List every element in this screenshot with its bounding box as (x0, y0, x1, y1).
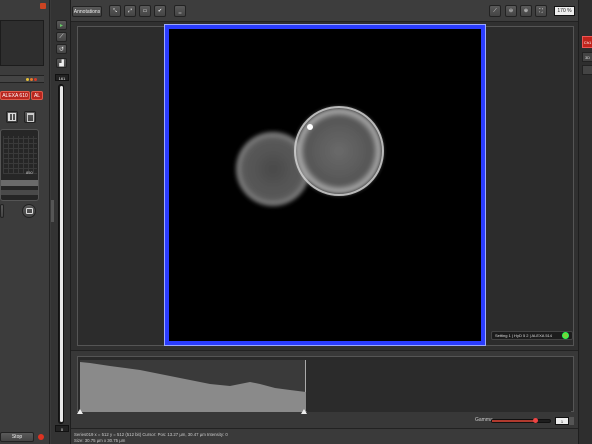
zoom-in-icon: ⊕ (523, 8, 529, 14)
gamma-value-field[interactable]: 1 (555, 417, 569, 425)
status-line-1: Series019 x = 512 y = 512 (512 bit) Curs… (74, 432, 228, 437)
fit-button[interactable]: ⛶ (535, 5, 547, 17)
histogram-high-marker[interactable] (301, 409, 307, 414)
line-icon: ⟋ (59, 33, 64, 40)
zoom-out-button[interactable]: ⊖ (505, 5, 517, 17)
histogram-curve (80, 362, 306, 412)
zoom-value: 170 % (557, 8, 572, 14)
laser-tab-label: ALEXA 610 (2, 92, 28, 99)
left-preview-box (0, 20, 44, 66)
annotations-button[interactable]: Annotations (72, 6, 102, 17)
zoom-in-button[interactable]: ⊕ (520, 5, 532, 17)
stop-button[interactable]: Stop (0, 432, 34, 442)
rotate-tool-button[interactable]: ↺ (56, 44, 67, 54)
zoom-value-field[interactable]: 170 % (554, 6, 575, 16)
measure-button[interactable]: ⟋ (489, 5, 501, 17)
graph-axis-value: 850 (26, 170, 33, 175)
annot-tool-2-button[interactable]: ⤢ (124, 5, 136, 17)
microscopy-image[interactable] (164, 24, 486, 346)
histogram-panel: Gamma 1 (71, 350, 578, 428)
slice-counter: 161 (55, 74, 69, 81)
laser-tab-2[interactable]: AL (31, 91, 43, 100)
annot-check-button[interactable]: ✔ (154, 5, 166, 17)
gamma-spin-icon[interactable] (569, 417, 574, 425)
diagonal-icon: ⤡ (112, 8, 117, 14)
annot-flat-button[interactable]: ‗ (174, 5, 186, 17)
annot-tool-3-button[interactable]: ▭ (139, 5, 151, 17)
rotate-icon: ↺ (58, 46, 65, 53)
stop-indicator (38, 434, 44, 440)
lock-button[interactable] (22, 204, 36, 218)
slice-slider-track[interactable] (58, 84, 64, 424)
indicator-dot-orange (30, 78, 33, 81)
slice-bottom-value: 0 (55, 425, 69, 432)
collapse-handle[interactable] (51, 200, 54, 222)
viewer-status-label: Setting 1 | HyD 5 2 | ALEXA 514 (491, 331, 573, 340)
tab-ch1[interactable]: Ch1 (582, 36, 592, 48)
grid-icon (8, 113, 16, 121)
histogram-low-marker[interactable] (77, 409, 83, 414)
histogram-icon: ▟ (59, 60, 64, 67)
underline-icon: ‗ (178, 8, 182, 14)
slice-slider-fill (60, 86, 63, 422)
top-toolbar: Annotations ⤡ ⤢ ▭ ✔ ‗ ⟋ ⊖ ⊕ ⛶ 170 % (71, 0, 578, 22)
histogram-svg (80, 362, 306, 412)
graph-band-light (1, 180, 38, 186)
gamma-slider[interactable] (491, 418, 551, 423)
left-slider-strip[interactable] (0, 75, 44, 83)
histogram-plot (80, 360, 306, 412)
lock-icon (25, 208, 33, 214)
tab-ch1-label: Ch1 (583, 39, 592, 45)
laser-tab-alexa610[interactable]: ALEXA 610 (0, 91, 30, 100)
select-tool-button[interactable]: ▸ (56, 20, 67, 30)
resize-icon: ⤢ (127, 8, 132, 14)
tool-strip: ▸ ⟋ ↺ ▟ 161 0 per (51, 0, 121, 444)
histogram-tool-button[interactable]: ▟ (56, 58, 67, 68)
line-tool-button[interactable]: ⟋ (56, 32, 67, 42)
gamma-slider-fill (492, 420, 535, 422)
indicator-dot-yellow (26, 78, 29, 81)
gamma-value: 1 (560, 418, 564, 424)
bright-spot (307, 124, 313, 130)
graph-band-dark (1, 190, 38, 195)
fit-screen-icon: ⛶ (539, 8, 543, 14)
trash-icon: ▭ (142, 8, 148, 14)
trash-icon (26, 112, 34, 122)
stop-label: Stop (11, 434, 23, 440)
delete-button[interactable] (24, 111, 36, 123)
annot-tool-1-button[interactable]: ⤡ (109, 5, 121, 17)
zoom-out-icon: ⊖ (508, 8, 514, 14)
left-top-close-icon[interactable] (40, 3, 46, 9)
status-dot (562, 332, 569, 339)
laser-tab-2-label: AL (33, 92, 41, 99)
check-icon: ✔ (157, 8, 163, 14)
status-line-2: Size: 30.75 µm x 30.75 µm (74, 438, 126, 443)
cell-image-svg (235, 106, 384, 207)
indicator-dot-red (34, 78, 37, 81)
status-bar: Series019 x = 512 y = 512 (512 bit) Curs… (71, 428, 578, 444)
viewer-area: Setting 1 | HyD 5 2 | ALEXA 514 (71, 22, 578, 350)
left-action-button[interactable] (0, 204, 4, 218)
tab-3d-label: 3D (584, 54, 591, 60)
cursor-icon: ▸ (59, 22, 63, 29)
status-text: Setting 1 | HyD 5 2 | ALEXA 514 (495, 333, 553, 338)
graph-grid (3, 136, 37, 174)
tab-3d[interactable]: 3D (582, 52, 592, 62)
histogram-right-area (307, 360, 571, 412)
left-panel: ALEXA 610 AL 850 Stop (0, 0, 50, 444)
detector-graph: 850 (0, 129, 39, 201)
tab-extra[interactable] (582, 65, 592, 75)
grid-view-button[interactable] (6, 111, 18, 123)
annotations-label: Annotations (73, 8, 101, 15)
right-tab-strip: Ch1 3D (578, 0, 592, 444)
ruler-icon: ⟋ (493, 8, 497, 14)
gamma-slider-handle[interactable] (533, 418, 538, 423)
